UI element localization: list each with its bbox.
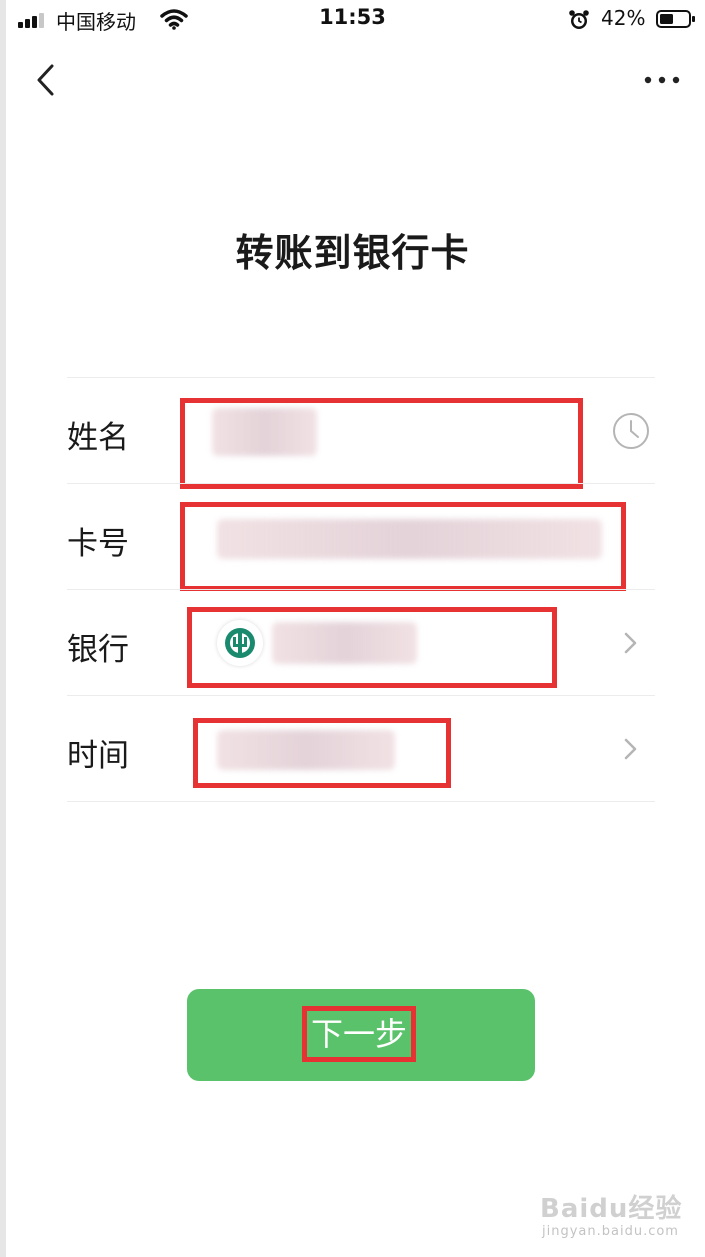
ellipsis-icon[interactable] [642, 70, 682, 90]
status-time: 11:53 [319, 5, 386, 29]
page-title: 转账到银行卡 [235, 231, 470, 275]
status-bar: 中国移动 11:53 42% [0, 0, 705, 40]
baidu-watermark: Baidu经验 jingyan.baidu.com [540, 1180, 690, 1245]
transfer-form: 姓名 卡号 银行 时间 [67, 377, 655, 802]
name-highlight-box [180, 398, 583, 489]
battery-icon [656, 10, 695, 28]
card-number-label: 卡号 [67, 526, 129, 562]
bank-label: 银行 [67, 632, 129, 668]
form-row-time[interactable]: 时间 [67, 695, 655, 802]
battery-percentage: 42% [601, 6, 646, 30]
form-row-name: 姓名 [67, 377, 655, 489]
clock-history-icon[interactable] [611, 411, 651, 451]
left-edge-strip [0, 0, 6, 1257]
chevron-right-icon [624, 632, 637, 654]
bank-highlight-box [187, 607, 557, 688]
watermark-main-text: Baidu经验 [540, 1194, 683, 1224]
alarm-icon [569, 10, 589, 29]
time-highlight-box [193, 718, 451, 788]
card-number-highlight-box [180, 502, 626, 591]
chevron-right-icon [624, 738, 637, 760]
time-label: 时间 [67, 738, 129, 774]
form-row-card-number: 卡号 [67, 483, 655, 591]
next-step-highlight-box [302, 1006, 416, 1062]
chevron-left-icon[interactable] [30, 60, 60, 100]
watermark-url-text: jingyan.baidu.com [542, 1224, 679, 1239]
name-label: 姓名 [67, 420, 129, 456]
form-row-bank[interactable]: 银行 [67, 589, 655, 695]
